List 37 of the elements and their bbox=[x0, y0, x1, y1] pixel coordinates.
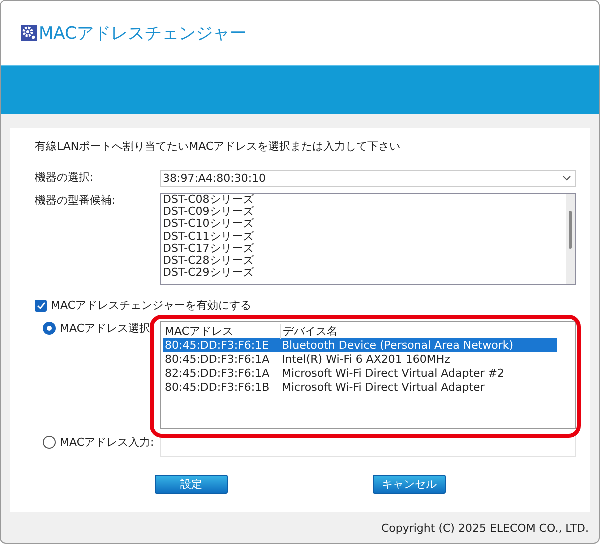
table-row[interactable]: 80:45:DD:F3:F6:1E Bluetooth Device (Personal Area Network) bbox=[163, 338, 557, 352]
radio-label: MACアドレス選択 bbox=[60, 321, 151, 336]
set-button[interactable]: 設定 bbox=[155, 475, 228, 494]
checkbox-label: MACアドレスチェンジャーを有効にする bbox=[51, 298, 252, 313]
device-dropdown[interactable]: 38:97:A4:80:30:10 bbox=[160, 170, 576, 187]
list-item[interactable]: DST-C08シリーズ bbox=[163, 194, 254, 206]
list-item[interactable]: DST-C17シリーズ bbox=[163, 242, 254, 256]
cancel-button[interactable]: キャンセル bbox=[373, 475, 446, 494]
radio-label: MACアドレス入力: bbox=[60, 435, 154, 450]
list-item[interactable]: DST-C28シリーズ bbox=[163, 255, 254, 268]
caret-icon bbox=[563, 176, 571, 181]
table-row[interactable]: 82:45:DD:F3:F6:1A Microsoft Wi-Fi Direct Virtual Adapter #2 bbox=[163, 366, 557, 380]
copyright-text: Copyright (C) 2025 ELECOM CO., LTD. bbox=[380, 521, 590, 535]
gear-icon bbox=[21, 25, 37, 41]
table-cell-text: 80:45:DD:F3:F6:1B bbox=[164, 380, 271, 394]
table-cell-text: 82:45:DD:F3:F6:1A bbox=[164, 366, 271, 380]
table-cell-text: Bluetooth Device (Personal Area Network) bbox=[281, 338, 515, 352]
table-row[interactable]: 80:45:DD:F3:F6:1A Intel(R) Wi-Fi 6 AX201 160MHz bbox=[163, 352, 557, 366]
table-cell-text: Microsoft Wi-Fi Direct Virtual Adapter bbox=[281, 380, 486, 394]
field-label: 機器の型番候補: bbox=[35, 193, 117, 208]
radio-button[interactable] bbox=[43, 436, 56, 449]
table-cell-text: 80:45:DD:F3:F6:1E bbox=[164, 338, 270, 352]
radio-button[interactable] bbox=[43, 322, 56, 335]
table-cell-text: Intel(R) Wi-Fi 6 AX201 160MHz bbox=[281, 352, 452, 366]
column-header[interactable]: MACアドレス bbox=[163, 324, 280, 339]
list-item[interactable]: DST-C11シリーズ bbox=[163, 230, 254, 243]
scrollbar[interactable] bbox=[566, 194, 575, 284]
list-item[interactable]: DST-C09シリーズ bbox=[163, 206, 254, 218]
instruction-text: 有線LANポートへ割り当てたいMACアドレスを選択または入力して下さい bbox=[35, 139, 402, 154]
table-cell-text: Microsoft Wi-Fi Direct Virtual Adapter #2 bbox=[281, 366, 506, 380]
field-label: 機器の選択: bbox=[35, 170, 95, 185]
window-title: MACアドレスチェンジャー bbox=[39, 22, 247, 44]
list-item[interactable]: DST-C29シリーズ bbox=[163, 267, 254, 280]
list-item[interactable]: DST-C10シリーズ bbox=[163, 218, 254, 231]
table-row[interactable]: 80:45:DD:F3:F6:1B Microsoft Wi-Fi Direct Virtual Adapter bbox=[163, 380, 557, 394]
table-cell-text: 80:45:DD:F3:F6:1A bbox=[164, 352, 271, 366]
enable-checkbox[interactable] bbox=[35, 300, 47, 312]
